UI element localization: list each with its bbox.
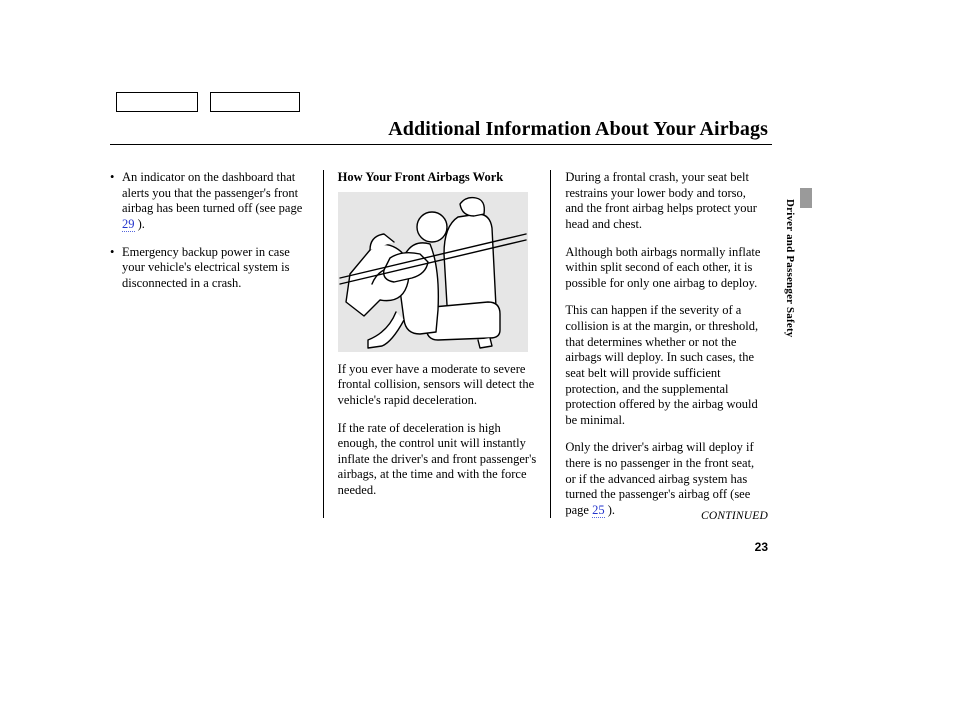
page-number: 23 <box>755 540 768 554</box>
bullet-icon: • <box>110 245 122 292</box>
column-rule <box>550 170 551 518</box>
body-text: ). <box>135 217 145 231</box>
column-2: How Your Front Airbags Work <box>334 170 547 531</box>
placeholder-box <box>116 92 198 112</box>
body-paragraph: If you ever have a moderate to severe fr… <box>338 362 537 409</box>
airbag-illustration <box>338 192 528 352</box>
body-paragraph: Only the driver's airbag will deploy if … <box>565 440 764 518</box>
placeholder-box <box>210 92 300 112</box>
body-text: ). <box>605 503 615 517</box>
bullet-item: • Emergency backup power in case your ve… <box>110 245 309 292</box>
body-paragraph: This can happen if the severity of a col… <box>565 303 764 428</box>
column-3: During a frontal crash, your seat belt r… <box>561 170 764 531</box>
column-subheading: How Your Front Airbags Work <box>338 170 537 186</box>
continued-label: CONTINUED <box>701 510 768 522</box>
page-ref-link[interactable]: 25 <box>592 503 605 518</box>
page-title: Additional Information About Your Airbag… <box>388 118 768 141</box>
title-rule <box>110 144 772 145</box>
placeholder-boxes <box>116 92 300 112</box>
manual-page: Additional Information About Your Airbag… <box>0 0 954 710</box>
body-text: Emergency backup power in case your vehi… <box>122 245 290 290</box>
column-1: • An indicator on the dashboard that ale… <box>110 170 319 531</box>
column-rule <box>323 170 324 518</box>
body-text: An indicator on the dashboard that alert… <box>122 170 302 215</box>
bullet-item: • An indicator on the dashboard that ale… <box>110 170 309 233</box>
bullet-icon: • <box>110 170 122 233</box>
section-tab-marker <box>800 188 812 208</box>
text-columns: • An indicator on the dashboard that ale… <box>110 170 764 531</box>
page-ref-link[interactable]: 29 <box>122 217 135 232</box>
section-tab-label: Driver and Passenger Safety <box>784 199 796 338</box>
body-paragraph: If the rate of deceleration is high enou… <box>338 421 537 499</box>
body-paragraph: Although both airbags normally inflate w… <box>565 245 764 292</box>
body-paragraph: During a frontal crash, your seat belt r… <box>565 170 764 233</box>
